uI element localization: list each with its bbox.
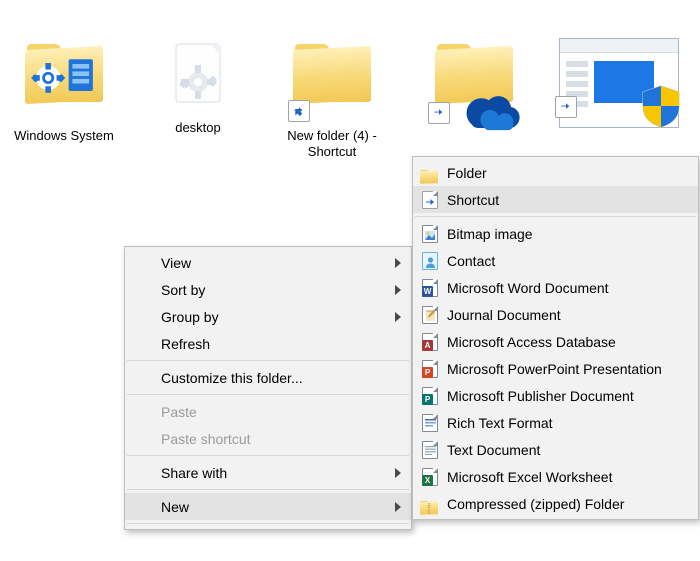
menu-item-new[interactable]: New bbox=[125, 493, 411, 520]
desktop-item-label: desktop bbox=[128, 120, 268, 136]
chevron-right-icon bbox=[395, 312, 401, 322]
new-item-text-document[interactable]: Text Document bbox=[413, 436, 698, 463]
new-item-rich-text-format[interactable]: Rich Text Format bbox=[413, 409, 698, 436]
desktop-item-optional-features[interactable] bbox=[548, 36, 688, 120]
shortcut-overlay-icon bbox=[555, 96, 577, 118]
ini-file-icon bbox=[148, 36, 248, 116]
menu-item-label: Shortcut bbox=[447, 192, 499, 208]
desktop-item-label: New folder (4) - Shortcut bbox=[262, 128, 402, 161]
sys-folder-icon bbox=[14, 44, 114, 124]
menu-separator bbox=[127, 523, 409, 524]
menu-item-label: Refresh bbox=[161, 336, 210, 352]
menu-item-refresh[interactable]: Refresh bbox=[125, 330, 411, 357]
onedrive-folder-icon bbox=[424, 44, 524, 124]
new-submenu[interactable]: Folder Shortcut Bitmap image Contact W Micros… bbox=[412, 156, 699, 520]
menu-item-label: Customize this folder... bbox=[161, 370, 303, 386]
new-item-microsoft-excel-worksheet[interactable]: X Microsoft Excel Worksheet bbox=[413, 463, 698, 490]
uac-shield-icon bbox=[641, 84, 681, 128]
menu-item-label: Paste bbox=[161, 404, 197, 420]
bitmap-icon bbox=[421, 225, 439, 243]
menu-item-paste: Paste bbox=[125, 398, 411, 425]
folder-shortcut-icon bbox=[282, 44, 382, 124]
menu-item-label: Microsoft Word Document bbox=[447, 280, 609, 296]
menu-item-label: Share with bbox=[161, 465, 227, 481]
desktop-item-newfolder-shortcut[interactable]: New folder (4) - Shortcut bbox=[262, 36, 402, 161]
menu-item-paste-shortcut: Paste shortcut bbox=[125, 425, 411, 452]
new-item-microsoft-powerpoint-presentation[interactable]: P Microsoft PowerPoint Presentation bbox=[413, 355, 698, 382]
desktop-item-label: Windows System bbox=[0, 128, 134, 144]
menu-separator bbox=[127, 394, 409, 395]
menu-item-label: Text Document bbox=[447, 442, 540, 458]
menu-item-label: Compressed (zipped) Folder bbox=[447, 496, 624, 512]
folder-icon bbox=[421, 164, 439, 182]
excel-icon: X bbox=[421, 468, 439, 486]
new-item-microsoft-publisher-document[interactable]: P Microsoft Publisher Document bbox=[413, 382, 698, 409]
menu-item-label: Journal Document bbox=[447, 307, 561, 323]
menu-item-view[interactable]: View bbox=[125, 249, 411, 276]
menu-item-label: Microsoft PowerPoint Presentation bbox=[447, 361, 662, 377]
new-item-journal-document[interactable]: Journal Document bbox=[413, 301, 698, 328]
menu-separator bbox=[127, 360, 409, 361]
journal-icon bbox=[421, 306, 439, 324]
menu-item-label: View bbox=[161, 255, 191, 271]
menu-item-label: Paste shortcut bbox=[161, 431, 251, 447]
contact-icon bbox=[421, 252, 439, 270]
menu-item-label: Microsoft Publisher Document bbox=[447, 388, 634, 404]
menu-separator bbox=[415, 216, 696, 217]
powerpoint-icon: P bbox=[421, 360, 439, 378]
menu-item-sort-by[interactable]: Sort by bbox=[125, 276, 411, 303]
chevron-right-icon bbox=[395, 258, 401, 268]
desktop-item-onedrive[interactable] bbox=[404, 36, 544, 128]
menu-item-label: New bbox=[161, 499, 189, 515]
menu-separator bbox=[127, 455, 409, 456]
text-icon bbox=[421, 441, 439, 459]
word-icon: W bbox=[421, 279, 439, 297]
menu-item-share-with[interactable]: Share with bbox=[125, 459, 411, 486]
publisher-icon: P bbox=[421, 387, 439, 405]
access-icon: A bbox=[421, 333, 439, 351]
desktop-item-desktop-ini[interactable]: desktop bbox=[128, 36, 268, 136]
menu-item-label: Microsoft Access Database bbox=[447, 334, 616, 350]
context-menu[interactable]: View Sort by Group by Refresh Customize this… bbox=[124, 246, 412, 530]
shortcut-overlay-icon bbox=[288, 100, 310, 122]
menu-item-label: Microsoft Excel Worksheet bbox=[447, 469, 612, 485]
menu-item-customize-this-folder[interactable]: Customize this folder... bbox=[125, 364, 411, 391]
menu-item-label: Rich Text Format bbox=[447, 415, 553, 431]
zip-icon bbox=[421, 495, 439, 513]
menu-item-label: Bitmap image bbox=[447, 226, 533, 242]
menu-item-label: Sort by bbox=[161, 282, 205, 298]
new-item-folder[interactable]: Folder bbox=[413, 159, 698, 186]
new-item-microsoft-word-document[interactable]: W Microsoft Word Document bbox=[413, 274, 698, 301]
menu-item-label: Folder bbox=[447, 165, 487, 181]
rtf-icon bbox=[421, 414, 439, 432]
menu-item-group-by[interactable]: Group by bbox=[125, 303, 411, 330]
chevron-right-icon bbox=[395, 285, 401, 295]
menu-item-label: Group by bbox=[161, 309, 219, 325]
new-item-bitmap-image[interactable]: Bitmap image bbox=[413, 220, 698, 247]
shortcut-icon bbox=[421, 191, 439, 209]
menu-item-label: Contact bbox=[447, 253, 495, 269]
chevron-right-icon bbox=[395, 502, 401, 512]
settings-window-icon bbox=[553, 36, 683, 116]
chevron-right-icon bbox=[395, 468, 401, 478]
menu-separator bbox=[127, 489, 409, 490]
desktop-item-windows-system[interactable]: Windows System bbox=[0, 36, 134, 144]
new-item-contact[interactable]: Contact bbox=[413, 247, 698, 274]
new-item-microsoft-access-database[interactable]: A Microsoft Access Database bbox=[413, 328, 698, 355]
new-item-shortcut[interactable]: Shortcut bbox=[413, 186, 698, 213]
new-item-compressed-zipped-folder[interactable]: Compressed (zipped) Folder bbox=[413, 490, 698, 517]
shortcut-overlay-icon bbox=[428, 102, 450, 124]
